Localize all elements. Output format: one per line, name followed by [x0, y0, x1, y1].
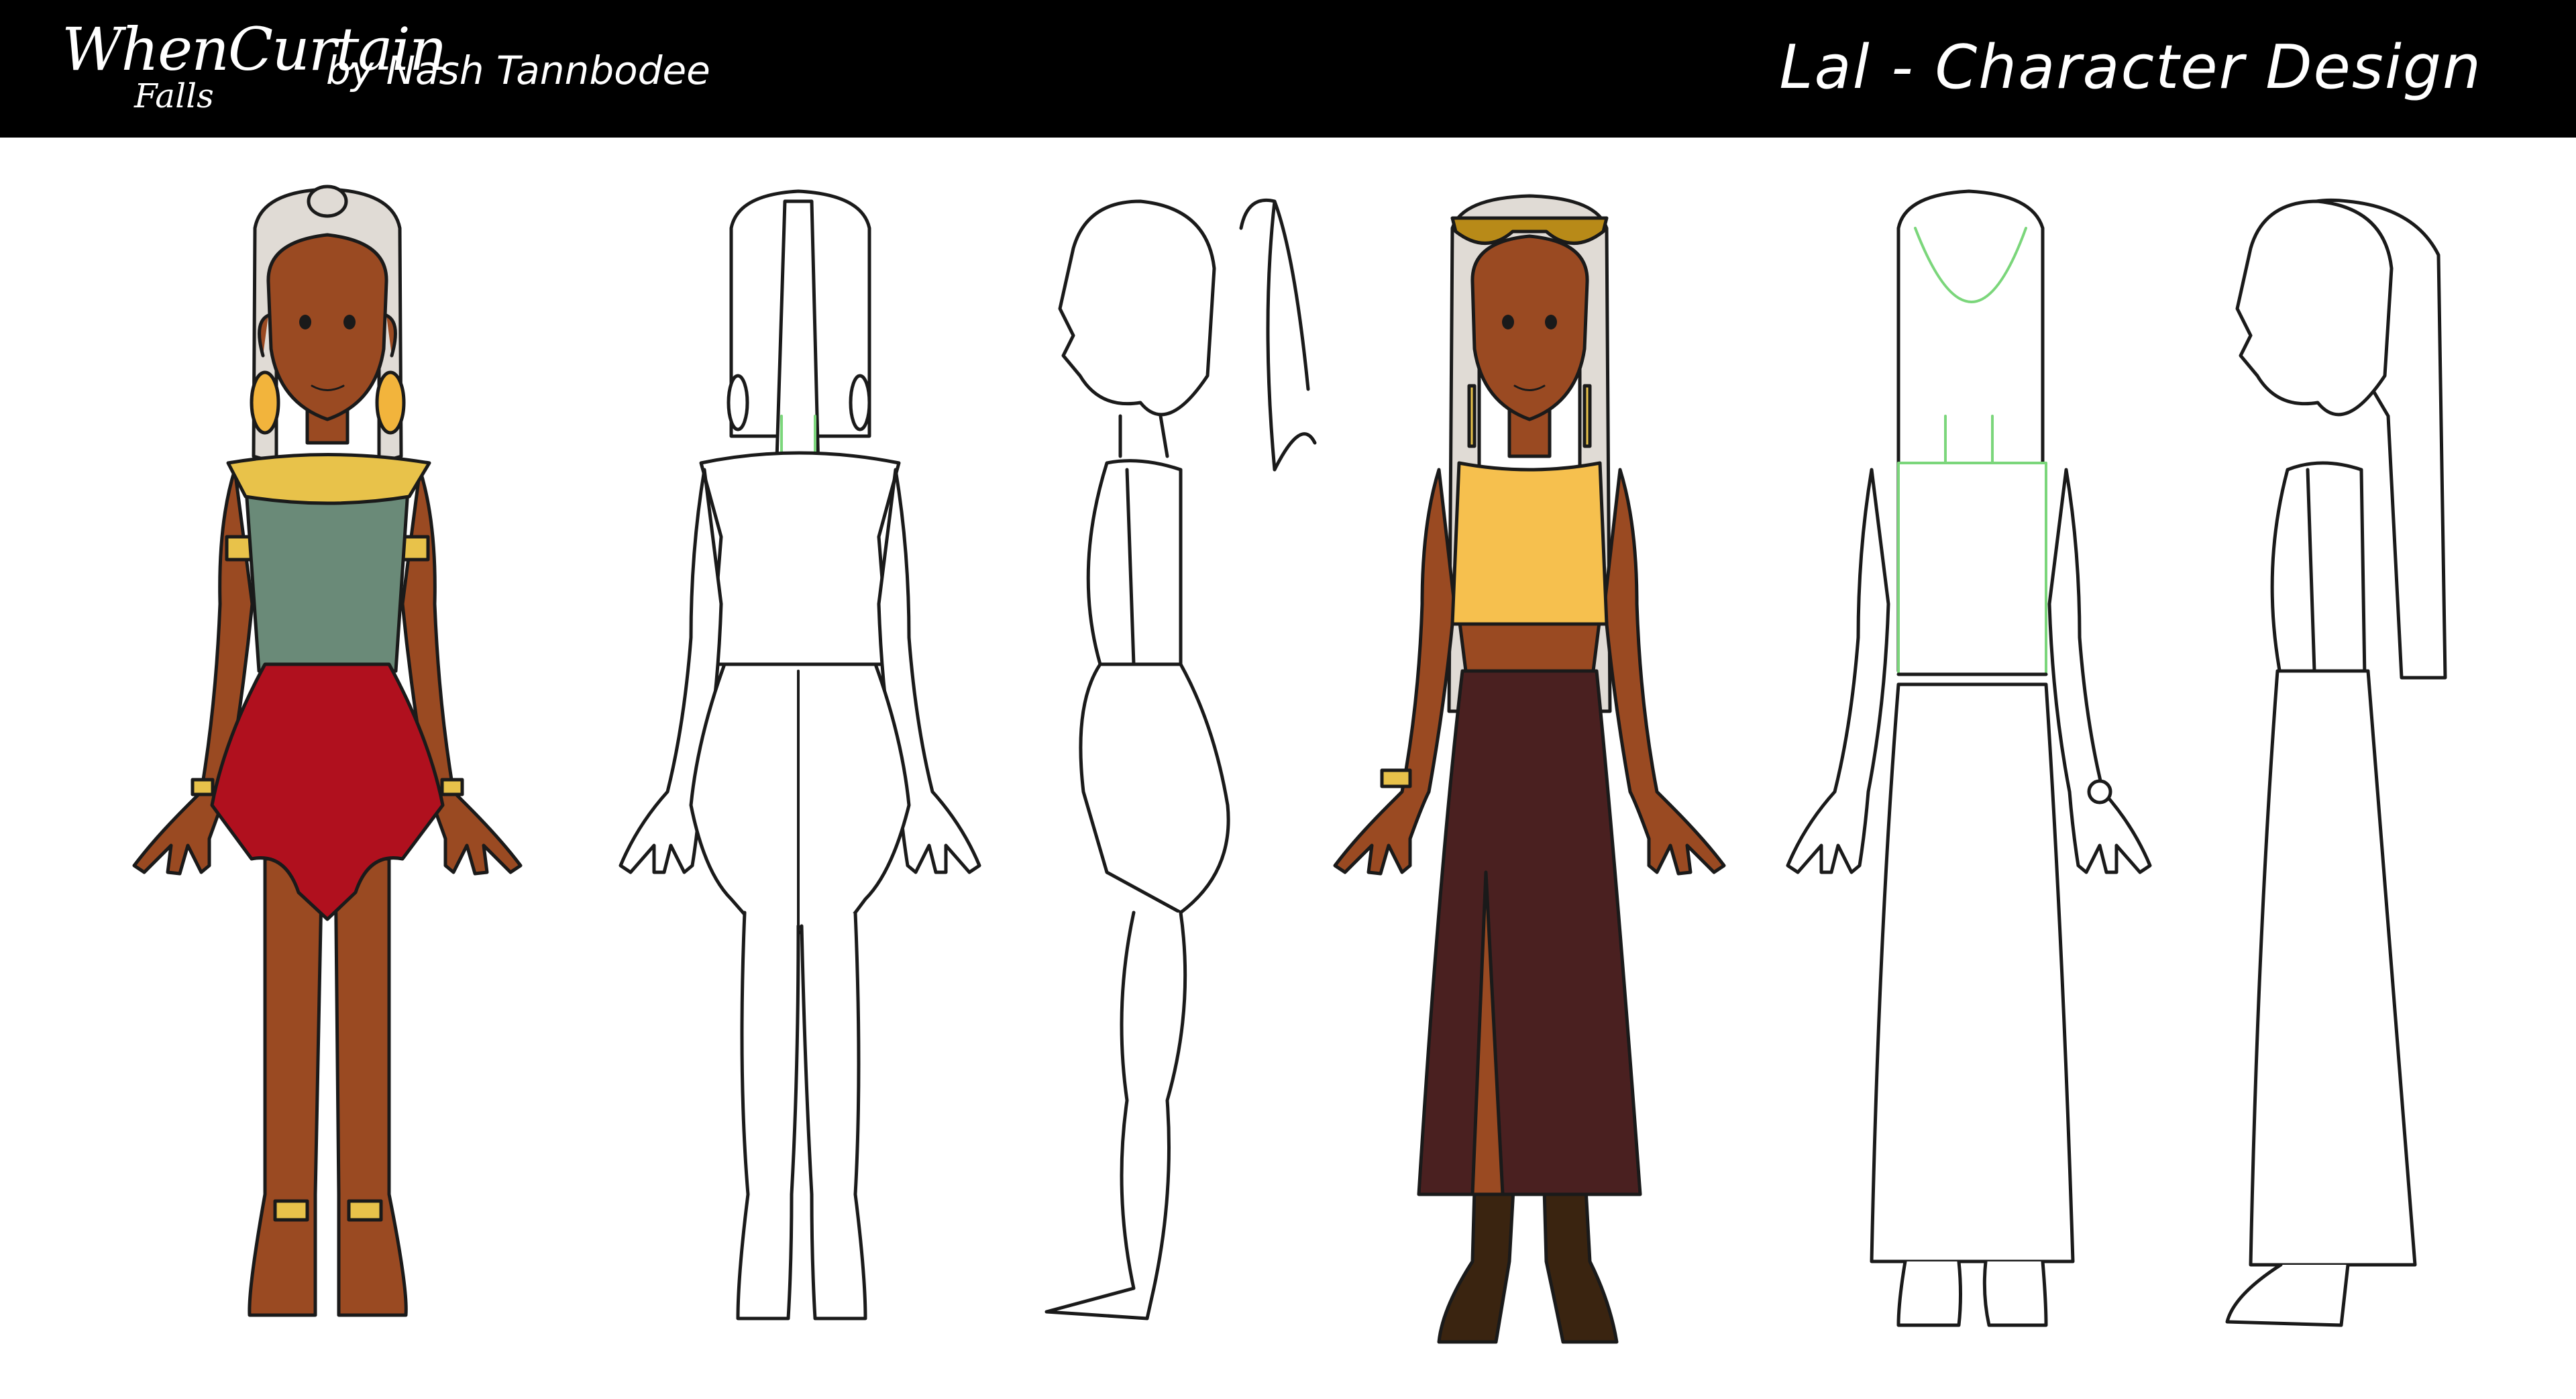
character-sheet [0, 138, 2576, 1399]
page-title: Lal - Character Design [1779, 32, 2482, 103]
figure-outfit1-back [619, 189, 981, 1320]
figure-outfit1-front [132, 185, 523, 1317]
header-bar: WhenCurtain Falls by Nash Tannbodee Lal … [0, 0, 2576, 138]
figure-outfit2-back [1786, 189, 2152, 1327]
figure-outfit2-side [2225, 198, 2447, 1327]
figure-outfit2-front [1333, 194, 1726, 1344]
figure-outfit1-side [1044, 198, 1317, 1320]
logo-subtitle: Falls [134, 76, 214, 115]
author-byline: by Nash Tannbodee [326, 48, 710, 93]
